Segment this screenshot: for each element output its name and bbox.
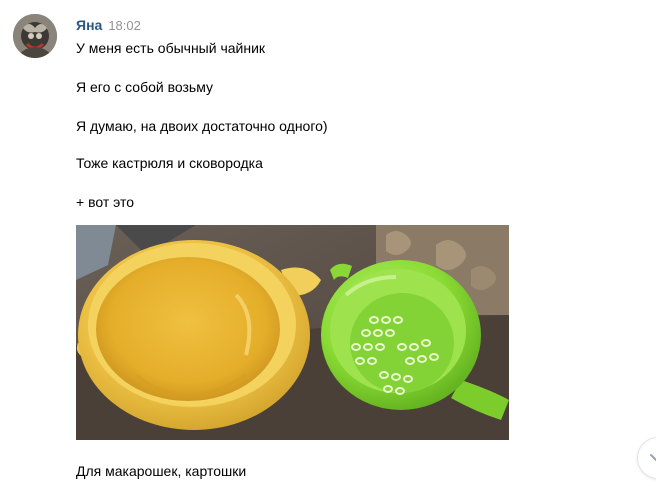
avatar[interactable]: [13, 14, 57, 58]
message-text: Я думаю, на двоих достаточно одного): [76, 118, 328, 134]
message-text: У меня есть обычный чайник: [76, 40, 266, 56]
chat-history: Яна 18:02 У меня есть обычный чайник Я ег…: [0, 0, 656, 500]
photo-attachment[interactable]: [76, 225, 509, 440]
message-header: Яна 18:02: [76, 15, 141, 35]
chevron-down-icon: [650, 454, 656, 462]
photo-caption: Для макарошек, картошки: [76, 463, 247, 479]
message-time[interactable]: 18:02: [108, 18, 141, 33]
photo-yellow-bowl-and-green-colander-icon: [76, 225, 509, 440]
message-text: + вот это: [76, 194, 135, 210]
author-name[interactable]: Яна: [76, 17, 102, 33]
scroll-down-button[interactable]: [637, 437, 656, 479]
message-text: Я его с собой возьму: [76, 79, 214, 95]
user-avatar-icon: [13, 14, 57, 58]
message-text: Тоже кастрюля и сковородка: [76, 155, 263, 171]
